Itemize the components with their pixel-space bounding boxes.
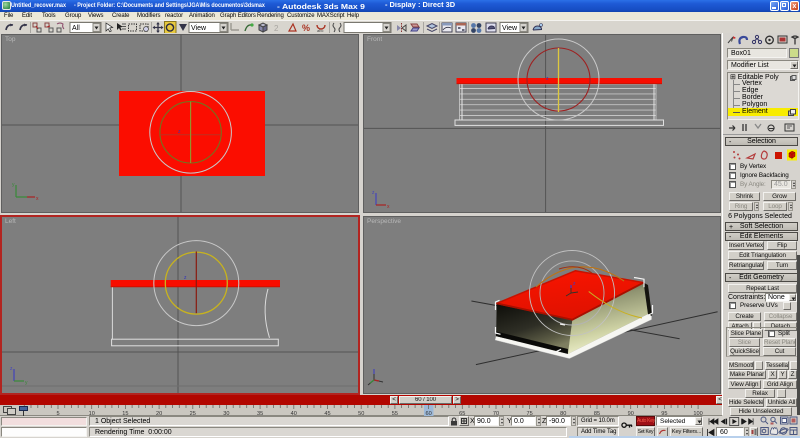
- svg-text:2: 2: [274, 24, 279, 33]
- svg-text:z: z: [372, 190, 375, 196]
- svg-text:x: x: [387, 204, 390, 210]
- svg-text:z: z: [10, 366, 13, 372]
- svg-text:y: y: [25, 380, 28, 386]
- svg-text:View: View: [191, 25, 207, 32]
- svg-text:x: x: [36, 196, 39, 202]
- svg-text:View: View: [502, 25, 518, 32]
- svg-text:y: y: [12, 182, 15, 188]
- svg-text:All: All: [72, 25, 80, 32]
- svg-text:%: %: [302, 23, 310, 33]
